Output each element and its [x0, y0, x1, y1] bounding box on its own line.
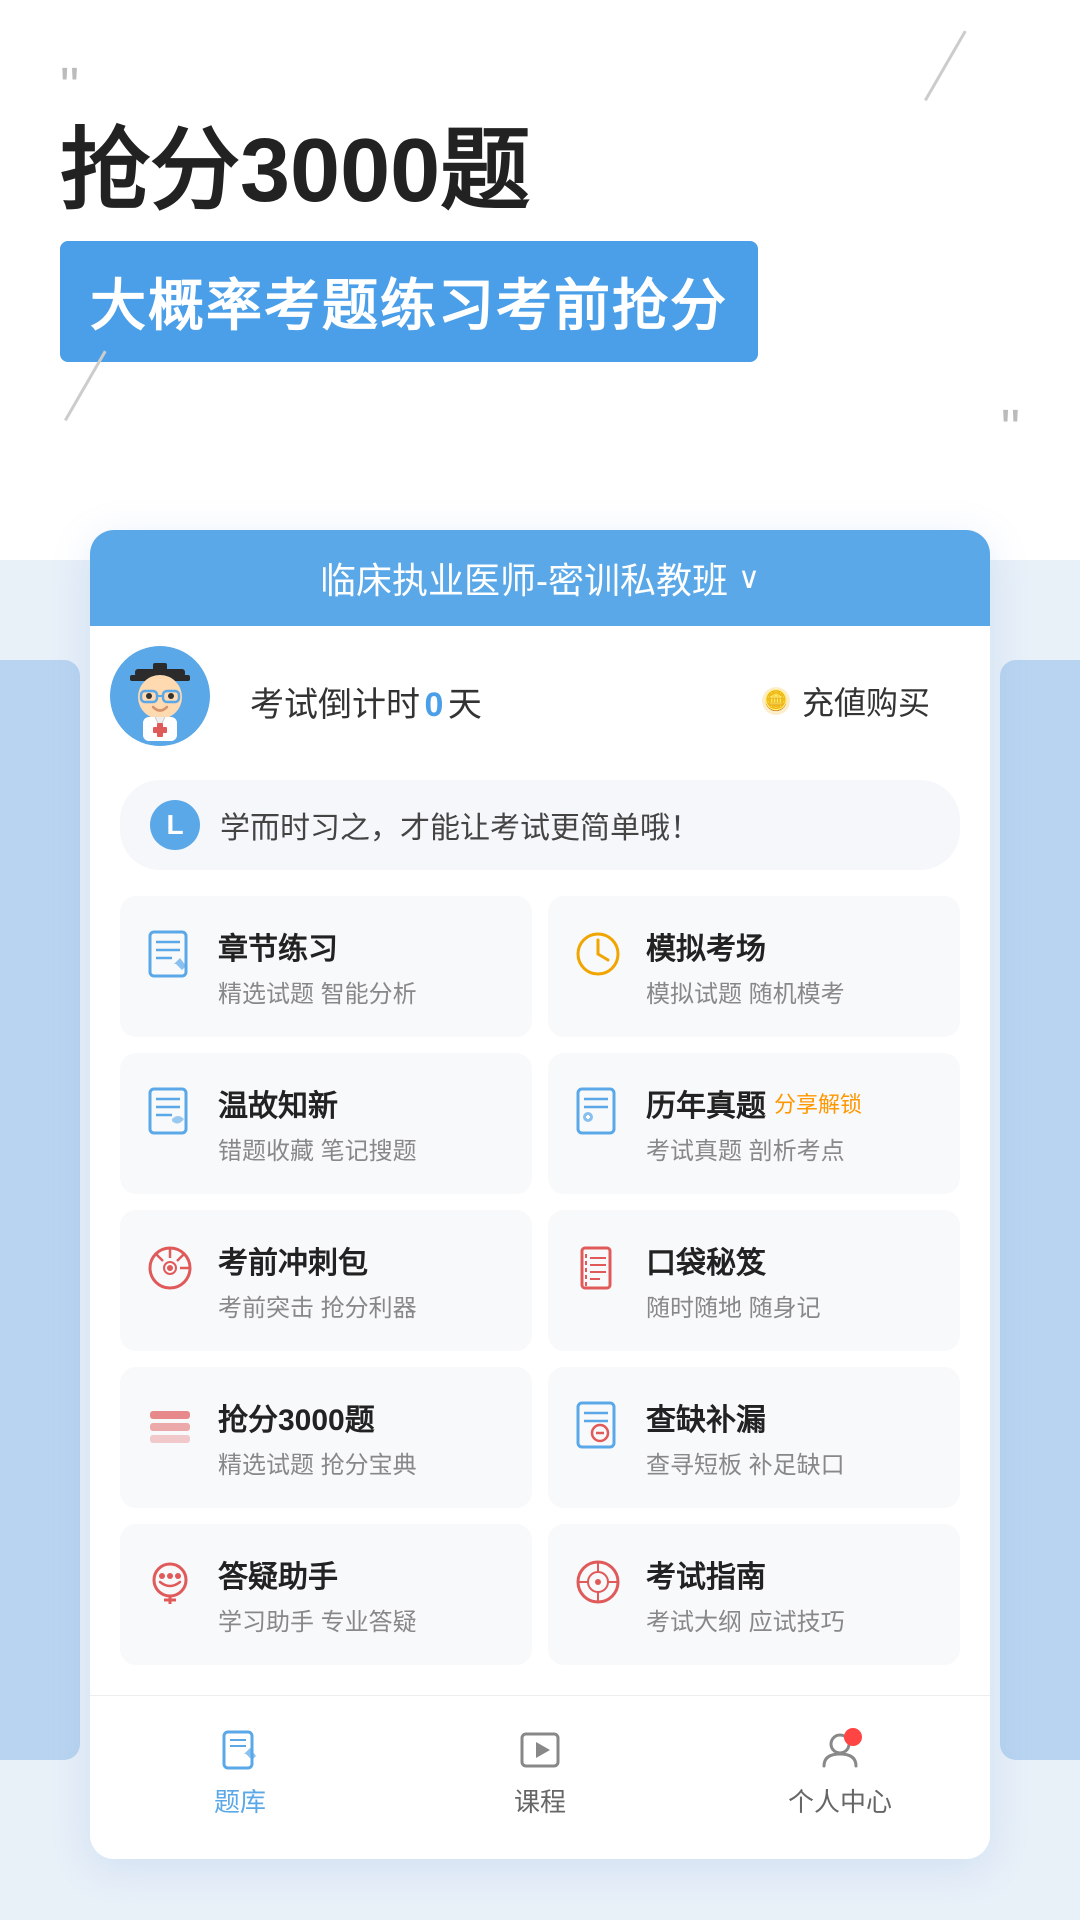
avatar-wrap [110, 646, 220, 756]
guide-name: 考试指南 [646, 1552, 940, 1596]
card-header-dropdown-icon: ∨ [738, 561, 760, 596]
chapter-desc: 精选试题 智能分析 [218, 974, 512, 1009]
nav-label-tiku: 题库 [214, 1782, 266, 1819]
grab3000-icon [140, 1395, 200, 1455]
countdown-area: 考试倒计时 0 天 [220, 677, 738, 726]
review-name: 温故知新 [218, 1081, 512, 1125]
course-nav-icon [516, 1726, 564, 1774]
sprint-name: 考前冲刺包 [218, 1238, 512, 1282]
chapter-icon [140, 924, 200, 984]
feature-item-pocket[interactable]: 口袋秘笈 随时随地 随身记 [548, 1210, 960, 1351]
guide-icon [568, 1552, 628, 1612]
guide-desc: 考试大纲 应试技巧 [646, 1602, 940, 1637]
countdown-label: 考试倒计时 [250, 686, 420, 724]
blue-panel-left [0, 660, 80, 1760]
countdown-unit: 天 [448, 686, 482, 724]
qa-icon [140, 1552, 200, 1612]
card-header[interactable]: 临床执业医师-密训私教班 ∨ [90, 530, 990, 626]
hero-quote-open: " [60, 60, 1020, 114]
check-icon [568, 1395, 628, 1455]
profile-badge [844, 1728, 862, 1746]
avatar [110, 646, 210, 746]
recharge-icon: 🪙 [758, 683, 794, 719]
qa-name: 答疑助手 [218, 1552, 512, 1596]
hero-section: " 抢分3000题 大概率考题练习考前抢分 " [0, 0, 1080, 500]
check-desc: 查寻短板 补足缺口 [646, 1445, 940, 1480]
hero-subtitle: 大概率考题练习考前抢分 [90, 274, 728, 337]
nav-label-profile: 个人中心 [788, 1782, 892, 1819]
avatar-illustration [115, 651, 205, 741]
chapter-name: 章节练习 [218, 924, 512, 968]
grab3000-name: 抢分3000题 [218, 1395, 512, 1439]
pocket-desc: 随时随地 随身记 [646, 1288, 940, 1323]
qa-desc: 学习助手 专业答疑 [218, 1602, 512, 1637]
quote-icon: L [150, 800, 200, 850]
feature-item-review[interactable]: 温故知新 错题收藏 笔记搜题 [120, 1053, 532, 1194]
feature-item-guide[interactable]: 考试指南 考试大纲 应试技巧 [548, 1524, 960, 1665]
nav-item-tiku[interactable]: 题库 [90, 1716, 390, 1829]
feature-item-sprint[interactable]: 考前冲刺包 考前突击 抢分利器 [120, 1210, 532, 1351]
countdown-value: 0 [424, 686, 443, 724]
check-name: 查缺补漏 [646, 1395, 940, 1439]
feature-item-chapter[interactable]: 章节练习 精选试题 智能分析 [120, 896, 532, 1037]
pocket-text: 口袋秘笈 随时随地 随身记 [646, 1238, 940, 1323]
mock-text: 模拟考场 模拟试题 随机模考 [646, 924, 940, 1009]
sprint-text: 考前冲刺包 考前突击 抢分利器 [218, 1238, 512, 1323]
feature-item-mock[interactable]: 模拟考场 模拟试题 随机模考 [548, 896, 960, 1037]
check-text: 查缺补漏 查寻短板 补足缺口 [646, 1395, 940, 1480]
mock-name: 模拟考场 [646, 924, 940, 968]
sprint-desc: 考前突击 抢分利器 [218, 1288, 512, 1323]
history-name: 历年真题分享解锁 [646, 1081, 940, 1125]
history-text: 历年真题分享解锁 考试真题 剖析考点 [646, 1081, 940, 1166]
sprint-icon [140, 1238, 200, 1298]
mock-icon [568, 924, 628, 984]
mock-desc: 模拟试题 随机模考 [646, 974, 940, 1009]
card-header-title: 临床执业医师-密训私教班 [320, 552, 728, 604]
review-desc: 错题收藏 笔记搜题 [218, 1131, 512, 1166]
review-icon [140, 1081, 200, 1141]
tiku-nav-icon [216, 1726, 264, 1774]
quote-text: 学而时习之，才能让考试更简单哦！ [220, 803, 700, 847]
feature-item-qa[interactable]: 答疑助手 学习助手 专业答疑 [120, 1524, 532, 1665]
user-row: 考试倒计时 0 天 🪙 充値购买 [90, 626, 990, 756]
nav-item-profile[interactable]: 个人中心 [690, 1716, 990, 1829]
nav-item-course[interactable]: 课程 [390, 1716, 690, 1829]
blue-panel-right [1000, 660, 1080, 1760]
pocket-icon [568, 1238, 628, 1298]
pocket-name: 口袋秘笈 [646, 1238, 940, 1282]
main-card: 临床执业医师-密训私教班 ∨ [90, 530, 990, 1859]
history-desc: 考试真题 剖析考点 [646, 1131, 940, 1166]
chapter-text: 章节练习 精选试题 智能分析 [218, 924, 512, 1009]
recharge-label: 充値购买 [802, 678, 930, 724]
recharge-button[interactable]: 🪙 充値购买 [738, 666, 950, 736]
guide-text: 考试指南 考试大纲 应试技巧 [646, 1552, 940, 1637]
hero-subtitle-bar: 大概率考题练习考前抢分 [60, 241, 758, 362]
quote-row: L 学而时习之，才能让考试更简单哦！ [120, 780, 960, 870]
grab3000-desc: 精选试题 抢分宝典 [218, 1445, 512, 1480]
history-badge: 分享解锁 [774, 1087, 862, 1119]
hero-title: 抢分3000题 [60, 122, 1020, 221]
svg-text:🪙: 🪙 [764, 688, 789, 712]
grab3000-text: 抢分3000题 精选试题 抢分宝典 [218, 1395, 512, 1480]
decorative-diagonal-1 [924, 30, 1016, 129]
history-icon [568, 1081, 628, 1141]
profile-nav-icon [816, 1726, 864, 1774]
feature-item-history[interactable]: 历年真题分享解锁 考试真题 剖析考点 [548, 1053, 960, 1194]
hero-quote-close: " [60, 398, 1020, 460]
feature-grid: 章节练习 精选试题 智能分析 模拟考场 模拟试题 随机模考 [90, 880, 990, 1695]
feature-item-grab3000[interactable]: 抢分3000题 精选试题 抢分宝典 [120, 1367, 532, 1508]
feature-item-check[interactable]: 查缺补漏 查寻短板 补足缺口 [548, 1367, 960, 1508]
nav-label-course: 课程 [514, 1782, 566, 1819]
profile-icon-wrap [816, 1726, 864, 1774]
review-text: 温故知新 错题收藏 笔记搜题 [218, 1081, 512, 1166]
qa-text: 答疑助手 学习助手 专业答疑 [218, 1552, 512, 1637]
bottom-nav: 题库 课程 个人中心 [90, 1695, 990, 1859]
